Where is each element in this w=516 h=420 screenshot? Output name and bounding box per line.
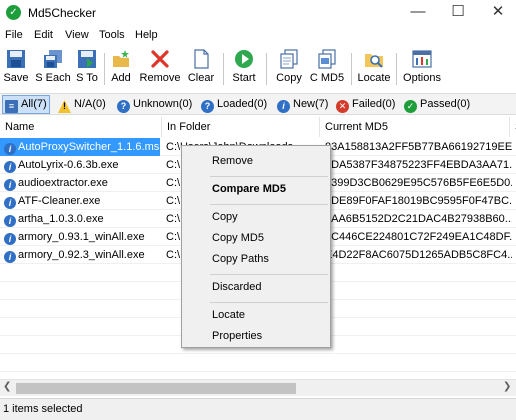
- filter-failed[interactable]: ✕ Failed(0): [336, 96, 395, 113]
- context-discarded[interactable]: Discarded: [182, 277, 330, 297]
- toolbar-separator: [104, 53, 105, 85]
- menu-help[interactable]: Help: [135, 29, 158, 41]
- context-remove[interactable]: Remove: [182, 151, 330, 171]
- menu-bar: File Edit View Tools Help: [0, 27, 516, 45]
- info-icon: i: [277, 100, 290, 113]
- info-icon: i: [4, 251, 16, 263]
- scrollbar-thumb[interactable]: [16, 383, 296, 394]
- copy-md5-icon: [317, 49, 337, 69]
- menu-file[interactable]: File: [5, 29, 23, 41]
- menu-separator: [210, 176, 328, 177]
- status-bar: 1 items selected: [0, 398, 516, 420]
- floppy-disk-icon: [6, 49, 26, 69]
- status-text: 1 items selected: [3, 403, 83, 415]
- folder-add-icon: [111, 49, 131, 69]
- filter-na[interactable]: ! N/A(0): [58, 96, 106, 113]
- minimize-button[interactable]: —: [398, 0, 438, 26]
- maximize-button[interactable]: ☐: [438, 0, 478, 26]
- column-header-extra[interactable]: S: [510, 117, 516, 137]
- filter-all[interactable]: ≡ All(7): [2, 95, 50, 114]
- copy-pages-icon: [279, 49, 299, 69]
- close-button[interactable]: ✕: [478, 0, 516, 26]
- column-header-folder[interactable]: In Folder: [162, 117, 320, 137]
- check-circle-icon: ✓: [6, 5, 21, 20]
- warning-icon: !: [58, 100, 71, 113]
- menu-tools[interactable]: Tools: [99, 29, 125, 41]
- toolbar-separator: [351, 53, 352, 85]
- clear-button[interactable]: Clear: [187, 49, 215, 89]
- floppy-arrow-icon: [77, 49, 97, 69]
- remove-button[interactable]: Remove: [139, 49, 181, 89]
- filter-passed[interactable]: ✓ Passed(0): [404, 96, 470, 113]
- menu-separator: [210, 302, 328, 303]
- question-icon: ?: [201, 100, 214, 113]
- column-header-name[interactable]: Name: [0, 117, 162, 137]
- empty-row: [0, 354, 516, 372]
- menu-separator: [210, 274, 328, 275]
- blank-page-icon: [191, 49, 211, 69]
- toolbar-separator: [396, 53, 397, 85]
- copy-md5-button[interactable]: C MD5: [308, 49, 346, 89]
- context-locate[interactable]: Locate: [182, 305, 330, 325]
- column-header-md5[interactable]: Current MD5: [320, 117, 510, 137]
- menu-view[interactable]: View: [65, 29, 89, 41]
- save-each-button[interactable]: S Each: [35, 49, 71, 89]
- toolbar-separator: [266, 53, 267, 85]
- options-button[interactable]: Options: [401, 49, 443, 89]
- info-icon: i: [4, 233, 16, 245]
- floppy-disks-icon: [43, 49, 63, 69]
- horizontal-scrollbar[interactable]: ❮ ❯: [0, 379, 516, 396]
- options-window-icon: [412, 49, 432, 69]
- info-icon: i: [4, 143, 16, 155]
- context-properties[interactable]: Properties: [182, 326, 330, 346]
- info-icon: i: [4, 161, 16, 173]
- filter-loaded[interactable]: ? Loaded(0): [201, 96, 267, 113]
- context-menu: Remove Compare MD5 Copy Copy MD5 Copy Pa…: [181, 145, 331, 348]
- info-icon: i: [4, 215, 16, 227]
- title-bar: ✓ Md5Checker — ☐ ✕: [0, 0, 516, 26]
- scroll-right-icon[interactable]: ❯: [503, 381, 511, 392]
- menu-separator: [210, 204, 328, 205]
- context-copy[interactable]: Copy: [182, 207, 330, 227]
- context-copy-paths[interactable]: Copy Paths: [182, 249, 330, 269]
- window-title: Md5Checker: [28, 6, 97, 20]
- start-button[interactable]: Start: [230, 49, 258, 89]
- save-button[interactable]: Save: [3, 49, 29, 89]
- add-button[interactable]: Add: [109, 49, 133, 89]
- save-to-button[interactable]: S To: [75, 49, 99, 89]
- filter-unknown[interactable]: ? Unknown(0): [117, 96, 192, 113]
- info-icon: i: [4, 179, 16, 191]
- context-copy-md5[interactable]: Copy MD5: [182, 228, 330, 248]
- play-icon: [234, 49, 254, 69]
- info-icon: i: [4, 197, 16, 209]
- filter-new[interactable]: i New(7): [277, 96, 328, 113]
- check-icon: ✓: [404, 100, 417, 113]
- toolbar-separator: [223, 53, 224, 85]
- copy-button[interactable]: Copy: [274, 49, 304, 89]
- red-x-icon: [150, 49, 170, 69]
- question-icon: ?: [117, 100, 130, 113]
- toolbar: Save S Each S To Add Remove Clear Start …: [0, 47, 516, 89]
- list-icon: ≡: [5, 100, 18, 113]
- context-compare-md5[interactable]: Compare MD5: [182, 179, 330, 199]
- scroll-left-icon[interactable]: ❮: [3, 381, 11, 392]
- folder-search-icon: [364, 49, 384, 69]
- locate-button[interactable]: Locate: [356, 49, 392, 89]
- menu-edit[interactable]: Edit: [34, 29, 53, 41]
- filter-bar: ≡ All(7) ! N/A(0) ? Unknown(0) ? Loaded(0) i…: [0, 93, 516, 115]
- error-icon: ✕: [336, 100, 349, 113]
